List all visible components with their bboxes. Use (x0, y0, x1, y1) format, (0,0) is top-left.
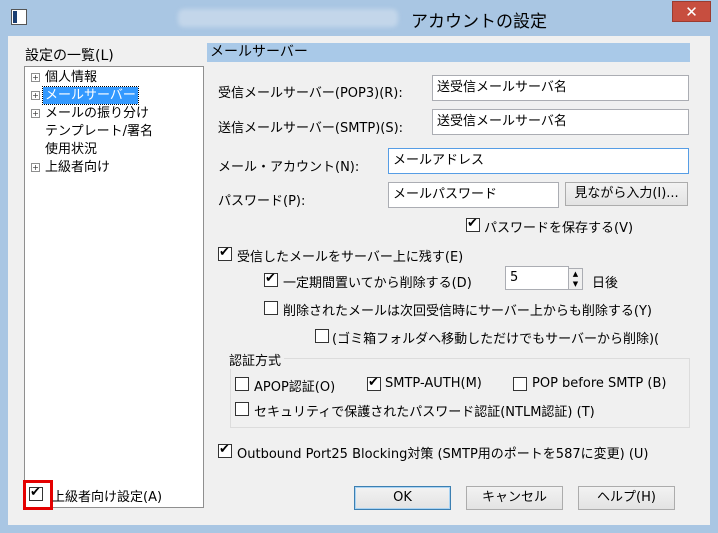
auth-title: 認証方式 (226, 350, 285, 369)
expand-icon[interactable]: + (31, 109, 40, 118)
show-password-button[interactable]: 見ながら入力(I)... (565, 182, 688, 206)
ntlm-checkbox[interactable] (235, 402, 249, 416)
expand-icon[interactable]: + (31, 163, 40, 172)
spin-up-icon[interactable]: ▲ (569, 269, 582, 279)
save-password-checkbox[interactable] (466, 216, 480, 232)
expand-icon[interactable]: + (31, 73, 40, 82)
smtp-server-input[interactable]: 送受信メールサーバ名 (432, 109, 689, 135)
tree-item-advanced[interactable]: 上級者向け (45, 159, 110, 176)
tree-item-usage[interactable]: 使用状況 (45, 141, 97, 158)
pop-before-smtp-checkbox[interactable] (513, 377, 527, 391)
apop-label: APOP認証(O) (254, 380, 336, 395)
delete-after-label: 一定期間置いてから削除する(D) (283, 276, 472, 291)
settings-tree[interactable]: + 個人情報 + メールサーバー + メールの振り分け テンプレート/署名 使用… (24, 66, 204, 508)
advanced-settings-checkbox[interactable] (29, 485, 43, 501)
delete-removed-label: 削除されたメールは次回受信時にサーバー上からも削除する(Y) (283, 304, 652, 319)
account-label: メール・アカウント(N): (218, 160, 360, 175)
trash-move-checkbox[interactable] (315, 329, 329, 343)
days-input[interactable]: 5 (505, 266, 569, 290)
window-title: アカウントの設定 (411, 12, 547, 32)
apop-checkbox[interactable] (235, 377, 249, 391)
trash-move-label: (ゴミ箱フォルダへ移動しただけでもサーバーから削除)( (332, 332, 660, 347)
days-spinner[interactable]: ▲ ▼ (568, 268, 583, 290)
tree-item-mail-server[interactable]: メールサーバー (42, 86, 139, 105)
spin-down-icon[interactable]: ▼ (569, 279, 582, 289)
leave-on-server-label: 受信したメールをサーバー上に残す(E) (237, 250, 464, 265)
cancel-button[interactable]: キャンセル (466, 486, 563, 510)
pop3-label: 受信メールサーバー(POP3)(R): (218, 86, 403, 101)
tree-item-mail-filter[interactable]: メールの振り分け (45, 105, 149, 122)
days-suffix: 日後 (592, 276, 619, 291)
smtp-label: 送信メールサーバー(SMTP)(S): (218, 121, 404, 136)
smtp-auth-label: SMTP-AUTH(M) (385, 376, 482, 391)
pop3-server-input[interactable]: 送受信メールサーバ名 (432, 75, 689, 101)
delete-removed-checkbox[interactable] (264, 301, 278, 315)
help-button[interactable]: ヘルプ(H) (578, 486, 675, 510)
settings-list-label: 設定の一覧(L) (25, 48, 114, 64)
outbound-checkbox[interactable] (218, 442, 232, 458)
tree-item-personal[interactable]: 個人情報 (45, 69, 97, 86)
title-bar: アカウントの設定 ✕ (0, 0, 718, 36)
smtp-auth-checkbox[interactable] (367, 375, 381, 391)
blurred-account-name (178, 9, 398, 27)
account-input[interactable]: メールアドレス (388, 148, 689, 174)
password-input[interactable]: メールパスワード (388, 182, 559, 208)
section-header: メールサーバー (207, 43, 690, 62)
ntlm-label: セキュリティで保護されたパスワード認証(NTLM認証) (T) (254, 405, 595, 420)
save-password-label: パスワードを保存する(V) (484, 221, 634, 236)
app-icon (11, 9, 27, 25)
close-button[interactable]: ✕ (672, 1, 711, 22)
tree-item-template[interactable]: テンプレート/署名 (45, 123, 153, 140)
ok-button[interactable]: OK (354, 486, 451, 510)
outbound-label: Outbound Port25 Blocking対策 (SMTP用のポートを58… (237, 447, 649, 462)
advanced-settings-label: 上級者向け設定(A) (52, 490, 163, 505)
pop-before-smtp-label: POP before SMTP (B) (532, 376, 667, 391)
dialog-client-area: 設定の一覧(L) + 個人情報 + メールサーバー + メールの振り分け テンプ… (8, 36, 710, 525)
expand-icon[interactable]: + (31, 91, 40, 100)
leave-on-server-checkbox[interactable] (218, 245, 232, 261)
password-label: パスワード(P): (218, 194, 306, 209)
delete-after-checkbox[interactable] (264, 271, 278, 287)
